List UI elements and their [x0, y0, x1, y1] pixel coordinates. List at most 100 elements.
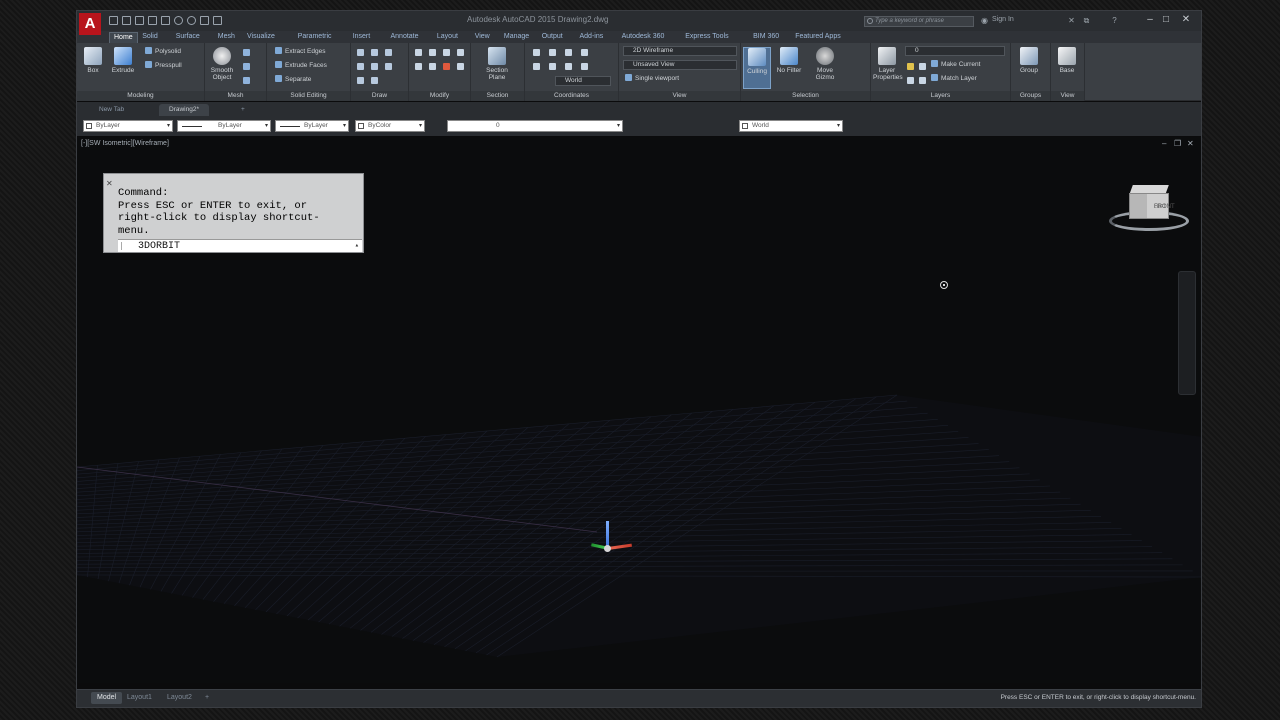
- layer-state-icon[interactable]: [907, 63, 914, 70]
- groups-group-label[interactable]: Groups: [1011, 91, 1050, 101]
- file-tab-drawing2[interactable]: Drawing2*: [159, 104, 209, 116]
- ellipse-icon[interactable]: [371, 77, 378, 84]
- close-button[interactable]: ✕: [1178, 13, 1194, 27]
- no-filter-button[interactable]: No Filter: [775, 47, 803, 74]
- ucs-icon[interactable]: [589, 515, 639, 555]
- tab-view[interactable]: View: [471, 32, 494, 43]
- tab-mesh[interactable]: Mesh: [214, 32, 239, 43]
- linetype-select[interactable]: ByLayer ▾: [177, 120, 271, 132]
- user-icon[interactable]: ◉: [980, 16, 989, 25]
- tab-annotate[interactable]: Annotate: [387, 32, 423, 43]
- layer-dropdown[interactable]: 0: [905, 46, 1005, 56]
- ucs-select[interactable]: World ▾: [739, 120, 843, 132]
- fillet-icon[interactable]: [457, 49, 464, 56]
- array-icon[interactable]: [457, 63, 464, 70]
- layer-select[interactable]: ByLayer ▾: [83, 120, 173, 132]
- layer-properties-button[interactable]: Layer Properties: [873, 47, 903, 81]
- rectangle-icon[interactable]: [371, 63, 378, 70]
- ucs-icon[interactable]: [533, 63, 540, 70]
- modeling-group-label[interactable]: Modeling: [77, 91, 204, 101]
- polysolid-button[interactable]: Polysolid: [145, 47, 181, 57]
- ucs-icon[interactable]: [565, 49, 572, 56]
- save-icon[interactable]: [135, 16, 144, 25]
- plot-icon[interactable]: [161, 16, 170, 25]
- section-group-label[interactable]: Section: [471, 91, 524, 101]
- tab-insert[interactable]: Insert: [349, 32, 375, 43]
- add-layout-icon[interactable]: +: [199, 692, 215, 704]
- tab-visualize[interactable]: Visualize: [243, 32, 279, 43]
- view-base-group-label[interactable]: View: [1051, 91, 1084, 101]
- group-button[interactable]: Group: [1015, 47, 1043, 74]
- visual-style-dropdown[interactable]: 2D Wireframe: [623, 46, 737, 56]
- chevron-up-icon[interactable]: ▴: [355, 240, 359, 253]
- file-tab-new[interactable]: New Tab: [89, 104, 134, 116]
- maximize-button[interactable]: □: [1158, 13, 1174, 27]
- tab-output[interactable]: Output: [538, 32, 567, 43]
- selection-group-label[interactable]: Selection: [741, 91, 870, 101]
- smooth-object-button[interactable]: Smooth Object: [208, 47, 236, 81]
- tab-bim-360[interactable]: BIM 360: [749, 32, 783, 43]
- navigation-bar[interactable]: [1178, 271, 1196, 395]
- solid-editing-group-label[interactable]: Solid Editing: [267, 91, 350, 101]
- extrude-button[interactable]: Extrude: [109, 47, 137, 74]
- layer-state-icon[interactable]: [907, 77, 914, 84]
- network-icon[interactable]: ⧉: [1082, 16, 1091, 25]
- layer-state-icon[interactable]: [919, 63, 926, 70]
- mesh-tool-icon[interactable]: [243, 49, 250, 56]
- circle-icon[interactable]: [357, 63, 364, 70]
- search-input[interactable]: Type a keyword or phrase: [864, 16, 974, 27]
- viewport-controls-label[interactable]: [-][SW Isometric][Wireframe]: [81, 140, 169, 147]
- tab-add-ins[interactable]: Add-ins: [576, 32, 608, 43]
- command-input[interactable]: 3DORBIT ▴: [118, 239, 362, 252]
- section-plane-button[interactable]: Section Plane: [483, 47, 511, 81]
- named-view-dropdown[interactable]: Unsaved View: [623, 60, 737, 70]
- view-group-label[interactable]: View: [619, 91, 740, 101]
- viewport-restore-icon[interactable]: ❐: [1174, 139, 1181, 148]
- new-icon[interactable]: [109, 16, 118, 25]
- redo-icon[interactable]: [187, 16, 196, 25]
- help-icon[interactable]: ?: [1110, 16, 1119, 25]
- viewcube-front-face[interactable]: LEFT FRONT: [1129, 193, 1175, 219]
- minimize-button[interactable]: –: [1142, 13, 1158, 27]
- layout-tab-layout2[interactable]: Layout2: [161, 692, 198, 704]
- saveas-icon[interactable]: [148, 16, 157, 25]
- viewport-config-button[interactable]: Single viewport: [625, 74, 679, 84]
- move-gizmo-button[interactable]: Move Gizmo: [811, 47, 839, 81]
- tab-featured-apps[interactable]: Featured Apps: [791, 32, 845, 43]
- quick-access-dropdown-icon[interactable]: [213, 16, 222, 25]
- layers-group-label[interactable]: Layers: [871, 91, 1010, 101]
- tab-manage[interactable]: Manage: [500, 32, 533, 43]
- extrude-faces-button[interactable]: Extrude Faces: [275, 61, 327, 71]
- tab-autodesk-360[interactable]: Autodesk 360: [618, 32, 669, 43]
- arc-icon[interactable]: [385, 49, 392, 56]
- workspace-icon[interactable]: [200, 16, 209, 25]
- ucs-icon[interactable]: [581, 49, 588, 56]
- ucs-icon[interactable]: [549, 63, 556, 70]
- layer-state-icon[interactable]: [919, 77, 926, 84]
- presspull-button[interactable]: Presspull: [145, 61, 182, 71]
- match-layer-button[interactable]: Match Layer: [931, 74, 977, 84]
- exchange-icon[interactable]: ✕: [1067, 16, 1076, 25]
- tab-surface[interactable]: Surface: [172, 32, 204, 43]
- mirror-icon[interactable]: [429, 63, 436, 70]
- layout-tab-model[interactable]: Model: [91, 692, 123, 704]
- application-menu-button[interactable]: A: [79, 13, 101, 35]
- sign-in-button[interactable]: Sign In: [992, 16, 1014, 23]
- lineweight-select[interactable]: ByLayer ▾: [275, 120, 349, 132]
- copy-icon[interactable]: [415, 63, 422, 70]
- make-current-button[interactable]: Make Current: [931, 60, 980, 70]
- line-icon[interactable]: [357, 49, 364, 56]
- undo-icon[interactable]: [174, 16, 183, 25]
- layer-state-select[interactable]: 0 ▾: [447, 120, 623, 132]
- coordinates-group-label[interactable]: Coordinates: [525, 91, 618, 101]
- modify-group-label[interactable]: Modify: [409, 91, 470, 101]
- tab-solid[interactable]: Solid: [138, 32, 162, 43]
- culling-button[interactable]: Culling: [743, 47, 771, 89]
- ucs-icon[interactable]: [549, 49, 556, 56]
- tab-home[interactable]: Home: [109, 32, 138, 43]
- mesh-tool-icon[interactable]: [243, 63, 250, 70]
- tab-parametric[interactable]: Parametric: [294, 32, 336, 43]
- extract-edges-button[interactable]: Extract Edges: [275, 47, 325, 57]
- separate-button[interactable]: Separate: [275, 75, 311, 85]
- polyline-icon[interactable]: [371, 49, 378, 56]
